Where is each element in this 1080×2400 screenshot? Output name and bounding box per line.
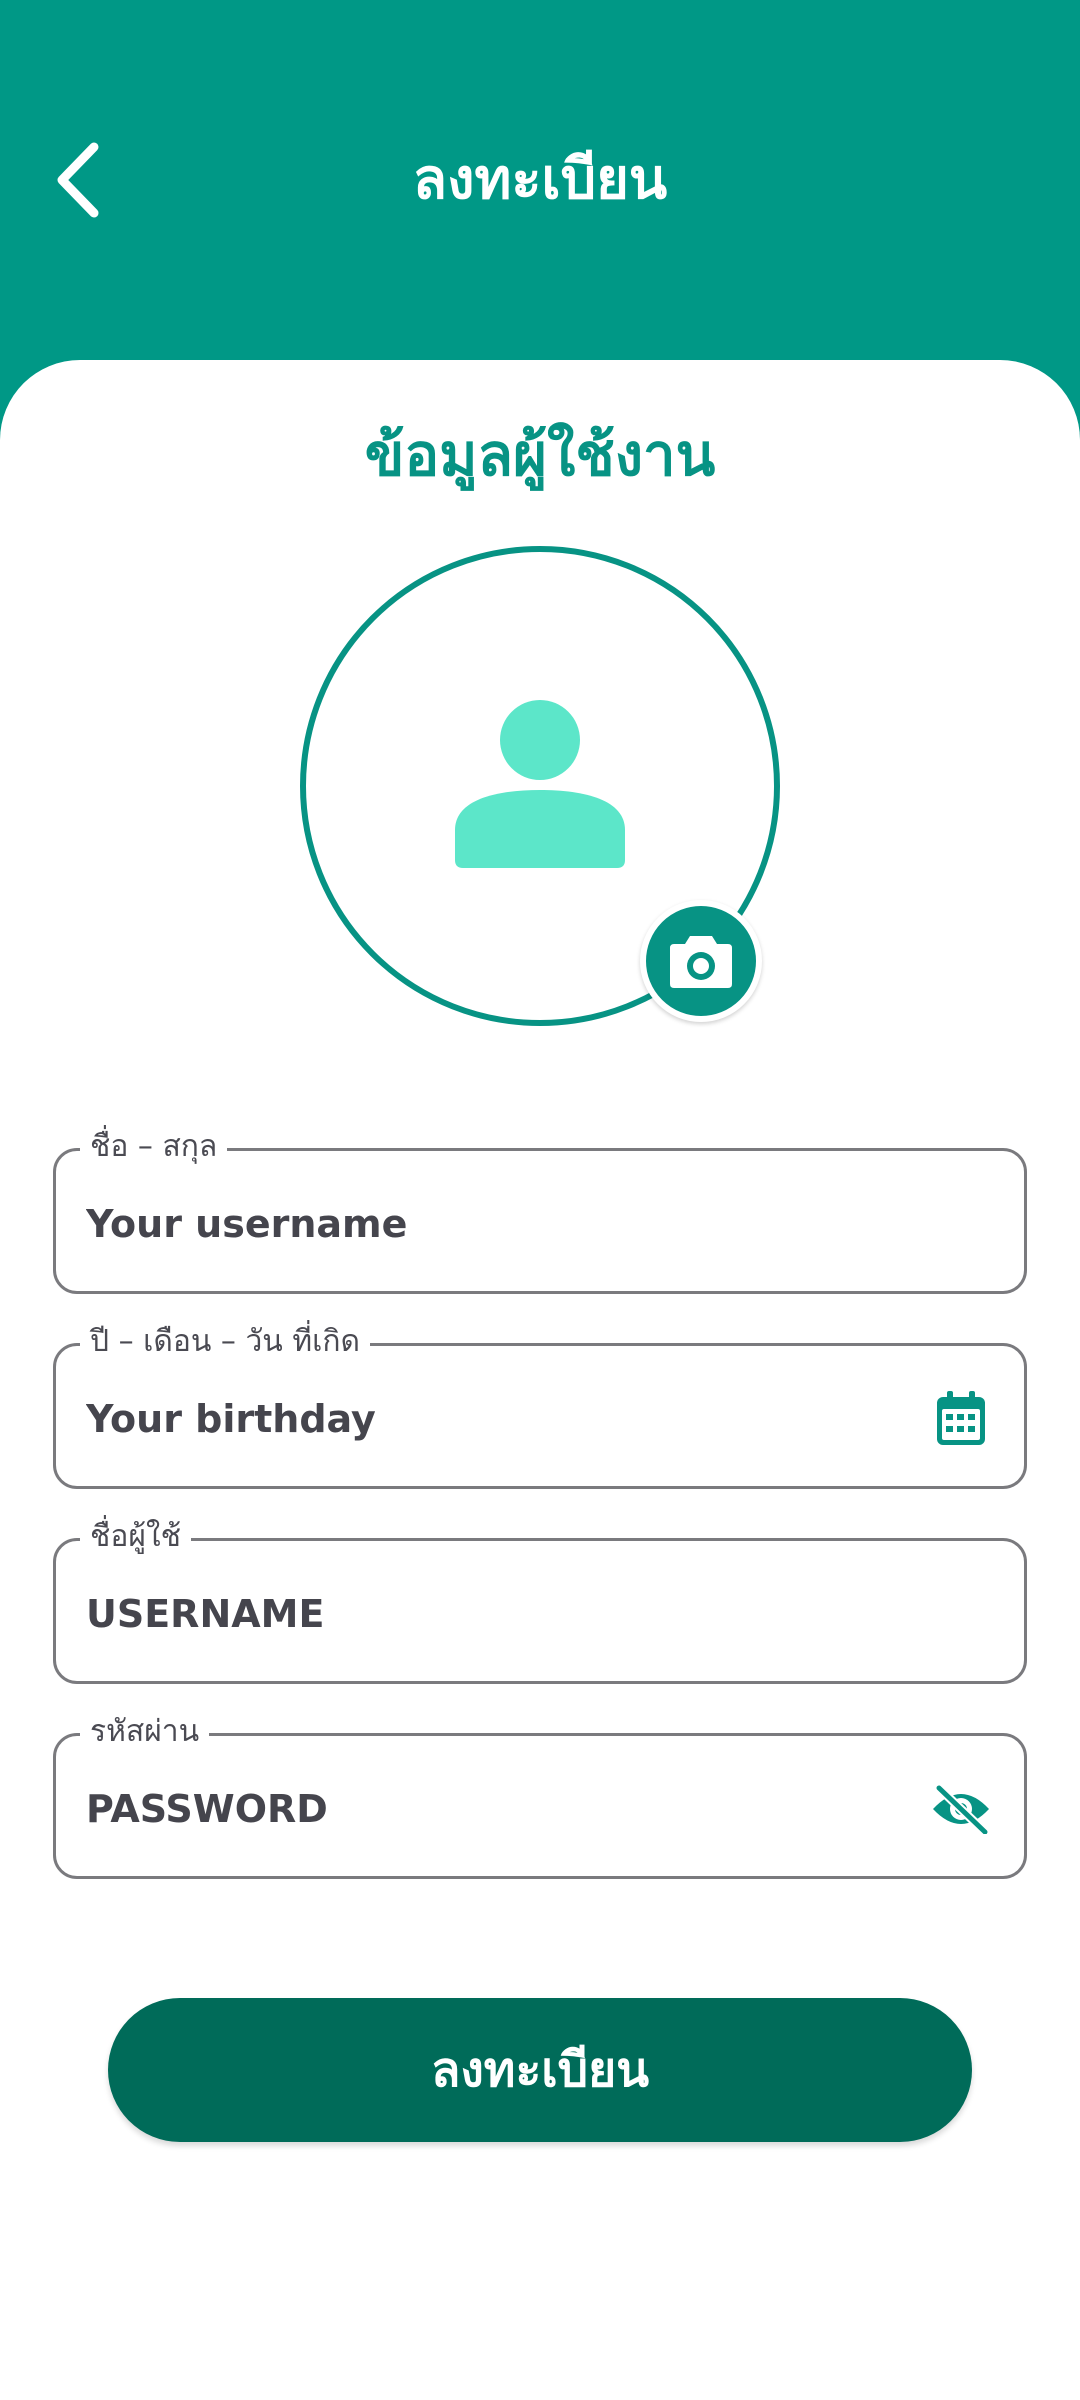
upload-photo-button[interactable] <box>640 900 762 1022</box>
eye-off-icon <box>933 1784 990 1834</box>
birthday-label: ปี – เดือน – วัน ที่เกิด <box>80 1320 371 1364</box>
date-picker-button[interactable] <box>928 1386 994 1452</box>
calendar-icon <box>937 1391 985 1445</box>
fullname-input[interactable] <box>86 1191 906 1257</box>
username-field: ชื่อผู้ใช้ <box>53 1515 1027 1684</box>
password-label: รหัสผ่าน <box>80 1710 210 1754</box>
register-button[interactable]: ลงทะเบียน <box>108 1998 972 2142</box>
password-field: รหัสผ่าน <box>53 1710 1027 1879</box>
username-label: ชื่อผู้ใช้ <box>80 1515 191 1559</box>
username-input[interactable] <box>86 1581 906 1647</box>
camera-icon <box>670 936 732 988</box>
section-title: ข้อมูลผู้ใช้งาน <box>364 421 716 489</box>
birthday-field: ปี – เดือน – วัน ที่เกิด <box>53 1320 1027 1489</box>
fullname-field: ชื่อ – สกุล <box>53 1125 1027 1294</box>
fullname-label: ชื่อ – สกุล <box>80 1125 228 1169</box>
birthday-input[interactable] <box>86 1386 906 1452</box>
page-title: ลงทะเบียน <box>412 147 668 212</box>
password-input[interactable] <box>86 1776 906 1842</box>
person-icon <box>455 700 625 868</box>
toggle-password-visibility-button[interactable] <box>928 1776 994 1842</box>
